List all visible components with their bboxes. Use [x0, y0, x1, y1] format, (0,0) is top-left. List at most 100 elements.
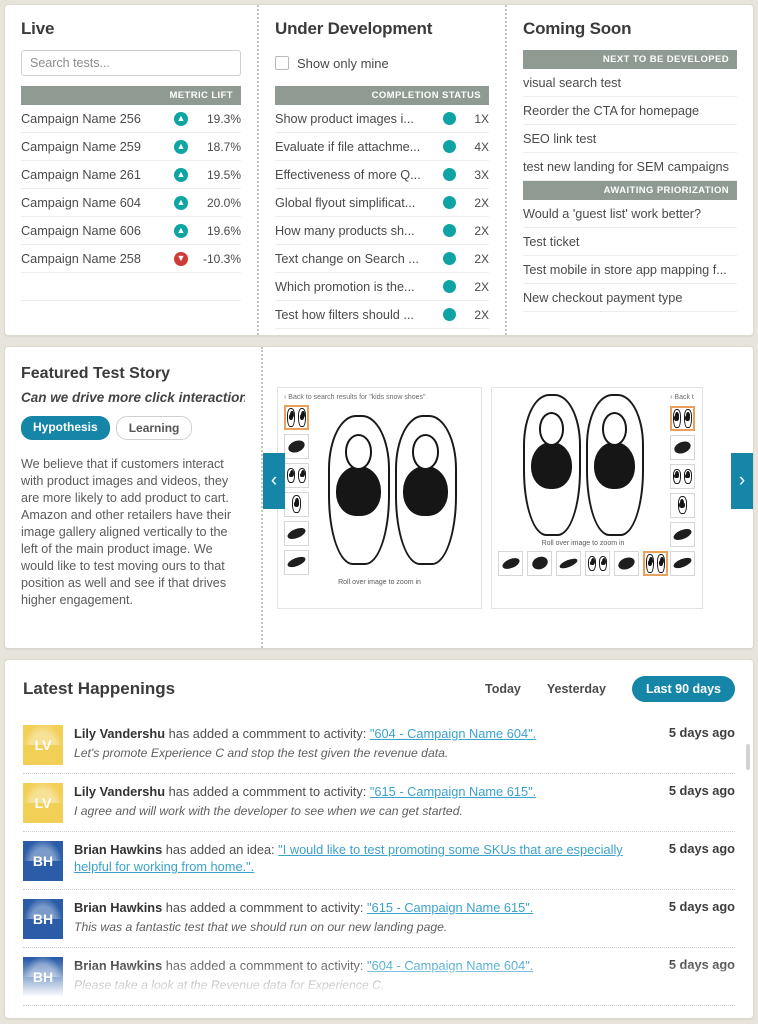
list-item[interactable]: LV Lily Vandershu has added a commment t…: [23, 716, 735, 774]
table-row[interactable]: Campaign Name 256 ▲ 19.3%: [21, 105, 241, 133]
thumbnail-icon[interactable]: [669, 434, 695, 460]
live-rows: Campaign Name 256 ▲ 19.3% Campaign Name …: [21, 105, 241, 301]
list-item[interactable]: LV Lily Vandershu has added a commment t…: [23, 774, 735, 832]
table-row[interactable]: Effectiveness of more Q... 3X: [275, 161, 489, 189]
trend-up-icon: ▲: [167, 167, 195, 182]
thumbnail-icon[interactable]: [284, 404, 309, 430]
list-item[interactable]: Test ticket: [523, 228, 737, 256]
list-item[interactable]: Would a 'guest list' work better?: [523, 200, 737, 228]
table-row[interactable]: Which promotion is the... 2X: [275, 273, 489, 301]
thumbnail-icon[interactable]: [284, 549, 309, 575]
activity-comment: Let's promote Experience C and stop the …: [74, 746, 449, 760]
avatar: BH: [23, 899, 63, 939]
soon-item-label: test new landing for SEM campaigns: [523, 159, 729, 174]
test-name: Show product images i...: [275, 111, 414, 126]
avatar: LV: [23, 725, 63, 765]
completion-value: 2X: [474, 279, 489, 294]
shot-a-gallery: [278, 404, 481, 575]
list-item[interactable]: SEO link test: [523, 125, 737, 153]
table-row[interactable]: Global flyout simplificat... 2X: [275, 189, 489, 217]
metric-value: -10.3%: [202, 251, 241, 266]
completion-value: 1X: [474, 111, 489, 126]
thumbnail-icon[interactable]: [585, 550, 610, 576]
dashboard-page: Live METRIC LIFT Campaign Name 256 ▲ 19.…: [0, 0, 758, 1024]
thumbnail-icon[interactable]: [284, 433, 309, 459]
list-item[interactable]: visual search test: [523, 69, 737, 97]
table-row[interactable]: Campaign Name 261 ▲ 19.5%: [21, 161, 241, 189]
happenings-header: Latest Happenings Today Yesterday Last 9…: [23, 676, 735, 702]
activity-body: Brian Hawkins has added a commment to ac…: [74, 899, 648, 939]
filter-today[interactable]: Today: [485, 682, 521, 696]
tab-learning[interactable]: Learning: [115, 416, 193, 440]
thumbnail-icon[interactable]: [498, 550, 523, 576]
completion-value: 2X: [474, 223, 489, 238]
list-item[interactable]: Reorder the CTA for homepage: [523, 97, 737, 125]
completion-value: 2X: [474, 195, 489, 210]
table-row[interactable]: Campaign Name 259 ▲ 18.7%: [21, 133, 241, 161]
thumbnail-icon[interactable]: [284, 462, 309, 488]
trend-up-icon: ▲: [167, 139, 195, 154]
filter-last-90-days[interactable]: Last 90 days: [631, 676, 735, 702]
avatar-initials: BH: [32, 911, 54, 927]
live-title: Live: [21, 19, 55, 38]
metric-value: 20.0%: [206, 195, 241, 210]
featured-tabs: Hypothesis Learning: [21, 416, 245, 440]
soon-item-label: New checkout payment type: [523, 290, 683, 305]
thumbnail-icon[interactable]: [284, 491, 309, 517]
shot-b-thumbnails: [669, 405, 695, 576]
avatar: BH: [23, 957, 63, 997]
thumbnail-icon[interactable]: [527, 550, 552, 576]
thumbnail-icon[interactable]: [556, 550, 581, 576]
activity-link[interactable]: "615 - Campaign Name 615".: [367, 900, 533, 915]
thumbnail-icon[interactable]: [669, 492, 695, 518]
list-item[interactable]: BH Brian Hawkins has added a commment to…: [23, 948, 735, 1006]
table-row[interactable]: Text change on Search ... 2X: [275, 245, 489, 273]
filter-yesterday[interactable]: Yesterday: [547, 682, 606, 696]
thumbnail-icon[interactable]: [669, 521, 695, 547]
activity-link[interactable]: "615 - Campaign Name 615".: [370, 784, 536, 799]
activity-link[interactable]: "604 - Campaign Name 604".: [367, 958, 533, 973]
happenings-scrollbar[interactable]: [746, 744, 750, 770]
list-item[interactable]: BH Brian Hawkins has added an idea: "I w…: [23, 832, 735, 890]
carousel-next-icon[interactable]: ›: [731, 453, 753, 509]
activity-time: 5 days ago: [668, 783, 735, 798]
campaign-name: Campaign Name 259: [21, 139, 141, 154]
thumbnail-icon[interactable]: [669, 405, 695, 431]
screenshot-variant-b[interactable]: Roll over image to zoom in ‹ Back t: [491, 386, 703, 609]
thumbnail-icon[interactable]: [284, 520, 309, 546]
table-row[interactable]: Show product images i... 1X: [275, 105, 489, 133]
screenshot-variant-a[interactable]: ‹ Back to search results for "kids snow …: [277, 386, 482, 609]
activity-action: has added a commment to activity:: [162, 900, 368, 915]
thumbnail-icon[interactable]: [614, 550, 639, 576]
table-row[interactable]: Campaign Name 604 ▲ 20.0%: [21, 189, 241, 217]
list-item[interactable]: Test mobile in store app mapping f...: [523, 256, 737, 284]
thumbnail-icon[interactable]: [669, 550, 695, 576]
test-name: Evaluate if file attachme...: [275, 139, 421, 154]
thumbnail-icon[interactable]: [643, 550, 668, 576]
list-item[interactable]: New checkout payment type: [523, 284, 737, 312]
carousel-prev-icon[interactable]: ‹: [263, 453, 285, 509]
trend-down-icon: ▼: [167, 251, 195, 266]
activity-author: Brian Hawkins: [74, 958, 163, 973]
list-item[interactable]: BH Brian Hawkins has added a commment to…: [23, 890, 735, 948]
table-row[interactable]: How many products sh... 2X: [275, 217, 489, 245]
table-row[interactable]: Evaluate if file attachme... 4X: [275, 133, 489, 161]
tab-hypothesis[interactable]: Hypothesis: [21, 416, 110, 440]
list-item[interactable]: test new landing for SEM campaigns: [523, 153, 737, 181]
metric-value: 19.5%: [206, 167, 241, 182]
shot-a-caption: Roll over image to zoom in: [338, 578, 421, 586]
status-dot-icon: [435, 252, 463, 265]
table-row[interactable]: Campaign Name 606 ▲ 19.6%: [21, 217, 241, 245]
checkbox-icon[interactable]: [275, 56, 289, 70]
thumbnail-icon[interactable]: [669, 463, 695, 489]
table-row[interactable]: Test how filters should ... 2X: [275, 301, 489, 329]
avatar-initials: BH: [32, 853, 54, 869]
activity-author: Lily Vandershu: [74, 726, 166, 741]
show-only-mine-toggle[interactable]: Show only mine: [275, 50, 489, 76]
table-row[interactable]: Campaign Name 258 ▼ -10.3%: [21, 245, 241, 273]
activity-comment: I agree and will work with the developer…: [74, 804, 463, 818]
under-development-column: Under Development Show only mine COMPLET…: [257, 5, 505, 335]
activity-link[interactable]: "604 - Campaign Name 604".: [370, 726, 536, 741]
status-dot-icon: [435, 140, 463, 153]
search-input[interactable]: [21, 50, 241, 76]
